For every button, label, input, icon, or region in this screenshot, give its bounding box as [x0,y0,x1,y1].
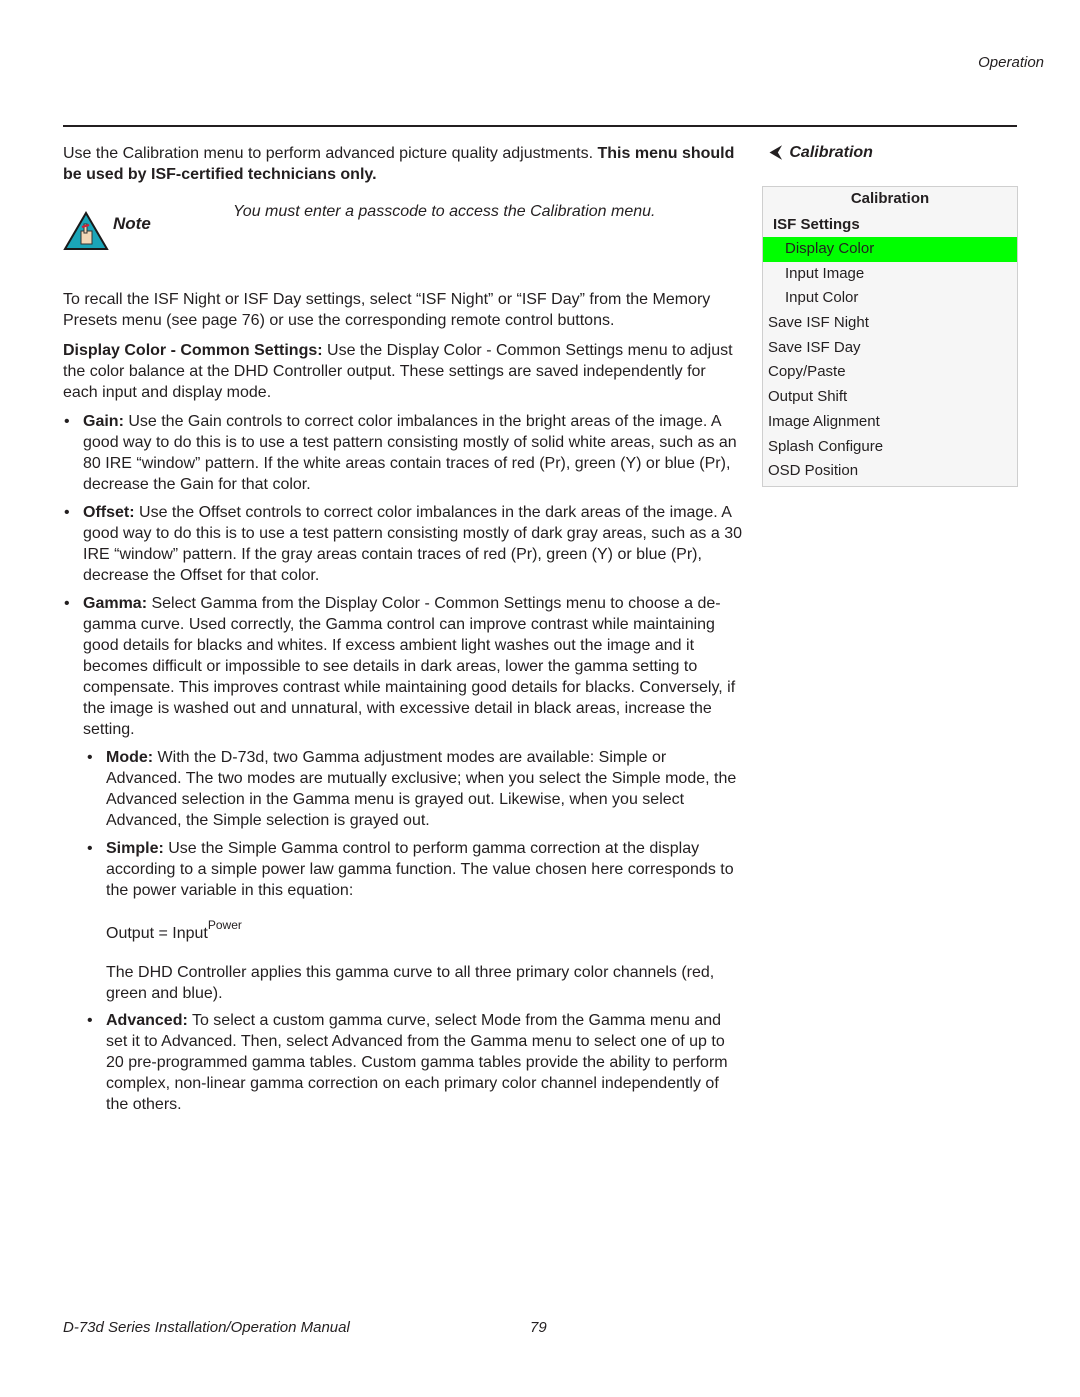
bullet-text: Use the Gain controls to correct color i… [83,413,737,493]
advanced-bullet-list: Advanced: To select a custom gamma curve… [86,1010,743,1115]
menu-item-input-image[interactable]: Input Image [763,262,1017,287]
intro-text: Use the Calibration menu to perform adva… [63,145,598,162]
display-color-term: Display Color - Common Settings: [63,342,323,359]
gamma-formula: Output = InputPower [106,915,743,944]
sidebar-title: ⮜ Calibration [770,144,873,162]
bullet-gamma: Gamma: Select Gamma from the Display Col… [63,593,743,740]
menu-item-image-alignment[interactable]: Image Alignment [763,410,1017,435]
formula-base: Output = Input [106,925,208,942]
menu-item-osd-position[interactable]: OSD Position [763,459,1017,484]
menu-item-splash-configure[interactable]: Splash Configure [763,435,1017,460]
header-rule [63,125,1017,127]
menu-item-save-isf-day[interactable]: Save ISF Day [763,336,1017,361]
bullet-gain: Gain: Use the Gain controls to correct c… [63,411,743,495]
bullet-text: To select a custom gamma curve, select M… [106,1012,728,1113]
bullet-text: Select Gamma from the Display Color - Co… [83,595,736,738]
menu-items: Display Color Input Image Input Color Save … [763,237,1017,484]
display-color-paragraph: Display Color - Common Settings: Use the… [63,340,743,403]
bullet-term: Gamma: [83,595,148,612]
main-content: Use the Calibration menu to perform adva… [63,143,743,1122]
running-header: Operation [978,54,1044,71]
note-callout: Note You must enter a passcode to access… [63,201,743,271]
bullet-simple: Simple: Use the Simple Gamma control to … [86,838,743,901]
menu-header: Calibration [850,190,930,207]
menu-item-output-shift[interactable]: Output Shift [763,385,1017,410]
bullet-mode: Mode: With the D-73d, two Gamma adjustme… [86,747,743,831]
footer-manual-title: D-73d Series Installation/Operation Manu… [63,1319,350,1336]
bullet-offset: Offset: Use the Offset controls to corre… [63,502,743,586]
sidebar-title-text: Calibration [789,144,873,161]
bullet-term: Simple: [106,840,164,857]
gamma-sub-section: Mode: With the D-73d, two Gamma adjustme… [86,747,743,901]
bullet-text: With the D-73d, two Gamma adjustment mod… [106,749,737,829]
menu-section-isf-settings: ISF Settings [773,216,860,233]
menu-item-save-isf-night[interactable]: Save ISF Night [763,311,1017,336]
menu-item-display-color[interactable]: Display Color [763,237,1017,262]
bullet-text: Use the Simple Gamma control to perform … [106,840,734,899]
settings-bullet-list: Gain: Use the Gain controls to correct c… [63,411,743,740]
gamma-sub-bullet-list: Mode: With the D-73d, two Gamma adjustme… [86,747,743,901]
left-arrow-icon: ⮜ [770,144,782,161]
intro-paragraph: Use the Calibration menu to perform adva… [63,143,743,185]
bullet-text: Use the Offset controls to correct color… [83,504,743,584]
note-label: Note [113,214,151,233]
recall-paragraph: To recall the ISF Night or ISF Day setti… [63,291,711,329]
applies-paragraph: The DHD Controller applies this gamma cu… [106,964,715,1002]
bullet-term: Offset: [83,504,135,521]
advanced-sub-section: Advanced: To select a custom gamma curve… [86,1010,743,1115]
bullet-term: Gain: [83,413,124,430]
bullet-term: Advanced: [106,1012,188,1029]
note-hand-icon [63,211,109,250]
bullet-term: Mode: [106,749,154,766]
menu-item-copy-paste[interactable]: Copy/Paste [763,360,1017,385]
calibration-menu: Calibration ISF Settings Display Color In… [762,186,1018,487]
bullet-advanced: Advanced: To select a custom gamma curve… [86,1010,743,1115]
menu-item-input-color[interactable]: Input Color [763,286,1017,311]
footer-page-number: 79 [530,1319,547,1336]
note-text: You must enter a passcode to access the … [233,203,656,220]
formula-exponent: Power [207,918,242,932]
